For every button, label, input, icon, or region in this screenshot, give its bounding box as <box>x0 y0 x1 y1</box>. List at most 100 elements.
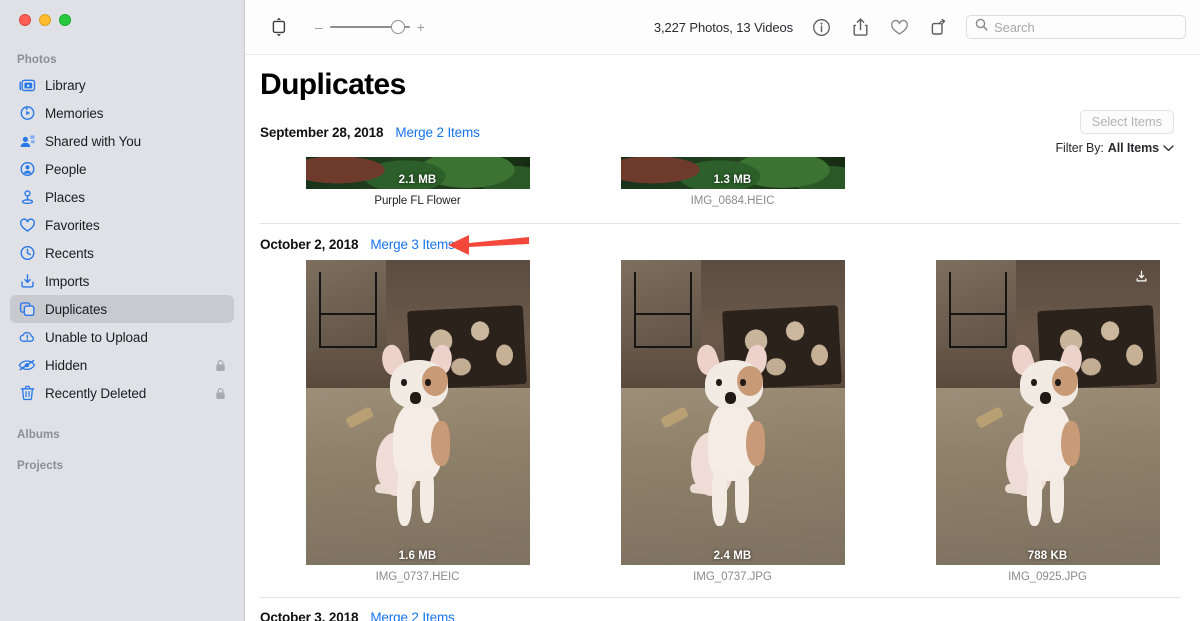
photo-thumbnail[interactable]: 788 KB <box>935 259 1160 565</box>
photo-thumbnail[interactable]: 1.6 MB <box>305 259 530 565</box>
group-date-label: October 2, 2018 <box>260 237 359 252</box>
sidebar-section-projects-title: Projects <box>17 460 64 472</box>
zoom-slider[interactable] <box>329 20 410 34</box>
photo-group-october-2: October 2, 2018 Merge 3 Items 1.6 MB IMG… <box>245 230 1200 583</box>
sidebar-item-favorites[interactable]: Favorites <box>10 211 234 239</box>
photo-cell[interactable]: 1.3 MB IMG_0684.HEIC <box>575 156 890 207</box>
group-date-label: October 3, 2018 <box>260 610 359 621</box>
duplicates-icon <box>18 300 36 318</box>
zoom-slider-knob[interactable] <box>390 20 405 34</box>
annotation-arrow-icon <box>445 232 531 263</box>
search-input[interactable]: Search <box>966 15 1186 39</box>
merge-items-link[interactable]: Merge 2 Items <box>370 610 454 621</box>
photo-row: 2.1 MB Purple FL Flower 1.3 MB IMG_0684.… <box>245 156 1200 207</box>
sidebar-item-people[interactable]: People <box>10 155 234 183</box>
zoom-in-label[interactable]: + <box>417 20 425 34</box>
photo-group-september-28: 2.1 MB Purple FL Flower 1.3 MB IMG_0684.… <box>245 156 1200 207</box>
main-area: – + 3,227 Photos, 13 Videos Search Dupli… <box>245 0 1200 621</box>
trash-icon <box>18 384 36 402</box>
photo-thumbnail[interactable]: 2.1 MB <box>305 156 530 189</box>
heart-icon <box>18 216 36 234</box>
sidebar-section-photos-title: Photos <box>17 54 57 66</box>
filter-by-control[interactable]: Filter By: All Items <box>1055 141 1174 155</box>
photo-image <box>305 259 530 565</box>
page-header: Duplicates September 28, 2018 Merge 2 It… <box>245 55 1200 155</box>
content-area: Duplicates September 28, 2018 Merge 2 It… <box>245 55 1200 621</box>
info-icon[interactable] <box>807 14 835 40</box>
photo-caption: IMG_0684.HEIC <box>690 194 775 207</box>
header-right-controls: Select Items Filter By: All Items <box>1055 109 1174 155</box>
file-size-badge: 788 KB <box>1027 549 1068 562</box>
cloud-warning-icon <box>18 328 36 346</box>
zoom-button[interactable] <box>59 14 71 26</box>
shared-with-you-icon <box>18 132 36 150</box>
search-placeholder: Search <box>994 19 1035 35</box>
sidebar-item-hidden[interactable]: Hidden <box>10 351 234 379</box>
select-items-button[interactable]: Select Items <box>1079 109 1174 134</box>
file-size-badge: 1.3 MB <box>713 173 752 186</box>
photo-thumbnail[interactable]: 1.3 MB <box>620 156 845 189</box>
share-icon[interactable] <box>846 14 874 40</box>
photo-caption: Purple FL Flower <box>374 194 461 207</box>
sidebar-item-label: Recently Deleted <box>45 385 147 401</box>
lock-icon <box>215 387 226 400</box>
group-header: October 3, 2018 Merge 2 Items <box>245 603 1200 621</box>
photo-thumbnail[interactable]: 2.4 MB <box>620 259 845 565</box>
sidebar-item-shared-with-you[interactable]: Shared with You <box>10 127 234 155</box>
photo-cell[interactable]: 1.6 MB IMG_0737.HEIC <box>260 259 575 583</box>
photo-caption: IMG_0737.JPG <box>693 570 772 583</box>
search-icon <box>975 18 988 36</box>
photo-count-label: 3,227 Photos, 13 Videos <box>653 19 793 35</box>
merge-items-link[interactable]: Merge 2 Items <box>395 125 479 140</box>
imports-icon <box>18 272 36 290</box>
zoom-out-label[interactable]: – <box>315 20 323 34</box>
file-size-badge: 2.1 MB <box>398 173 437 186</box>
lock-icon <box>215 359 226 372</box>
sidebar-item-places[interactable]: Places <box>10 183 234 211</box>
photo-cell[interactable]: 2.4 MB IMG_0737.JPG <box>575 259 890 583</box>
sidebar-item-label: People <box>45 161 87 177</box>
group-divider <box>260 596 1180 598</box>
merge-items-link[interactable]: Merge 3 Items <box>370 237 454 252</box>
memories-icon <box>18 104 36 122</box>
heart-icon[interactable] <box>885 14 913 40</box>
sidebar-item-label: Favorites <box>45 217 100 233</box>
photo-caption: IMG_0737.HEIC <box>375 570 460 583</box>
sidebar-item-label: Duplicates <box>45 301 108 317</box>
toolbar: – + 3,227 Photos, 13 Videos Search <box>245 0 1200 55</box>
clock-icon <box>18 244 36 262</box>
sidebar-item-unable-to-upload[interactable]: Unable to Upload <box>10 323 234 351</box>
sidebar-item-duplicates[interactable]: Duplicates <box>10 295 234 323</box>
sidebar-item-label: Imports <box>45 273 90 289</box>
photo-cell[interactable]: 2.1 MB Purple FL Flower <box>260 156 575 207</box>
sidebar-section-albums-title: Albums <box>17 429 60 441</box>
photo-image <box>620 259 845 565</box>
sidebar-item-recently-deleted[interactable]: Recently Deleted <box>10 379 234 407</box>
first-group-header: September 28, 2018 Merge 2 Items Select … <box>260 109 1180 155</box>
photo-cell[interactable]: 788 KB IMG_0925.JPG <box>890 259 1200 583</box>
sidebar-item-label: Unable to Upload <box>45 329 148 345</box>
group-date-label: September 28, 2018 <box>260 124 384 140</box>
sidebar-item-label: Places <box>45 189 85 205</box>
icloud-download-badge-icon[interactable] <box>1135 270 1148 283</box>
photo-row: 1.6 MB IMG_0737.HEIC 2.4 MB IMG_0737.JPG… <box>245 259 1200 583</box>
eye-slash-icon <box>18 356 36 374</box>
sidebar-item-imports[interactable]: Imports <box>10 267 234 295</box>
library-icon <box>18 76 36 94</box>
filter-by-label: Filter By: <box>1055 140 1104 155</box>
sidebar-item-memories[interactable]: Memories <box>10 99 234 127</box>
minimize-button[interactable] <box>39 14 51 26</box>
sidebar-item-recents[interactable]: Recents <box>10 239 234 267</box>
zoom-control[interactable]: – + <box>315 20 425 34</box>
group-header: October 2, 2018 Merge 3 Items <box>245 230 1200 260</box>
page-title: Duplicates <box>260 68 406 101</box>
photos-app-window: Photos Library Memories Shared with You <box>0 0 1200 621</box>
rotate-icon[interactable] <box>924 14 952 40</box>
aspect-fit-icon[interactable] <box>265 14 293 40</box>
chevron-down-icon <box>1163 141 1174 155</box>
sidebar-item-label: Hidden <box>45 357 88 373</box>
sidebar-item-library[interactable]: Library <box>10 71 234 99</box>
photo-caption: IMG_0925.JPG <box>1008 570 1087 583</box>
close-button[interactable] <box>19 14 31 26</box>
photo-image <box>935 259 1160 565</box>
